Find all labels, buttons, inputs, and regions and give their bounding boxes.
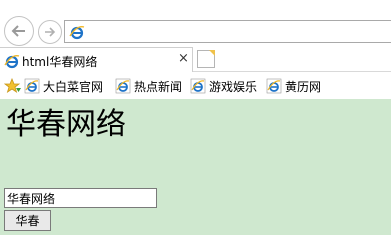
address-bar[interactable]: [64, 20, 391, 43]
ie-page-icon: [190, 78, 206, 94]
favorite-link-dabaicai[interactable]: 大白菜官网: [24, 78, 103, 94]
ie-page-icon: [4, 55, 20, 69]
submit-button[interactable]: 华春: [4, 210, 51, 231]
back-button[interactable]: [4, 16, 34, 46]
back-arrow-icon: [11, 25, 25, 37]
new-tab-button[interactable]: [197, 50, 215, 68]
forward-arrow-icon: [45, 27, 56, 37]
page-content: 华春网络 华春: [0, 99, 391, 235]
favorite-label: 大白菜官网: [43, 79, 104, 94]
favorite-label: 黄历网: [285, 79, 322, 94]
new-tab-icon: [209, 50, 215, 56]
ie-page-icon: [69, 26, 85, 40]
tab-title: html华春网络: [22, 55, 98, 69]
navigation-bar: [0, 0, 391, 46]
tab-strip: html华春网络 ×: [0, 46, 391, 72]
ie-page-icon: [266, 78, 282, 94]
favorites-star-icon[interactable]: [4, 78, 22, 94]
favorites-bar: 大白菜官网 热点新闻 游戏娱乐 黄历网: [0, 73, 391, 99]
favorite-label: 游戏娱乐: [209, 79, 258, 94]
tab-active[interactable]: html华春网络 ×: [0, 47, 193, 72]
favorite-link-almanac[interactable]: 黄历网: [266, 78, 321, 94]
ie-page-icon: [24, 78, 40, 94]
ie-page-icon: [115, 78, 131, 94]
forward-button[interactable]: [38, 20, 62, 44]
favorite-label: 热点新闻: [134, 79, 183, 94]
text-input[interactable]: [4, 188, 157, 208]
page-heading: 华春网络: [6, 107, 126, 142]
favorite-link-games[interactable]: 游戏娱乐: [190, 78, 257, 94]
favorite-link-news[interactable]: 热点新闻: [115, 78, 182, 94]
tab-close-button[interactable]: ×: [178, 51, 189, 67]
